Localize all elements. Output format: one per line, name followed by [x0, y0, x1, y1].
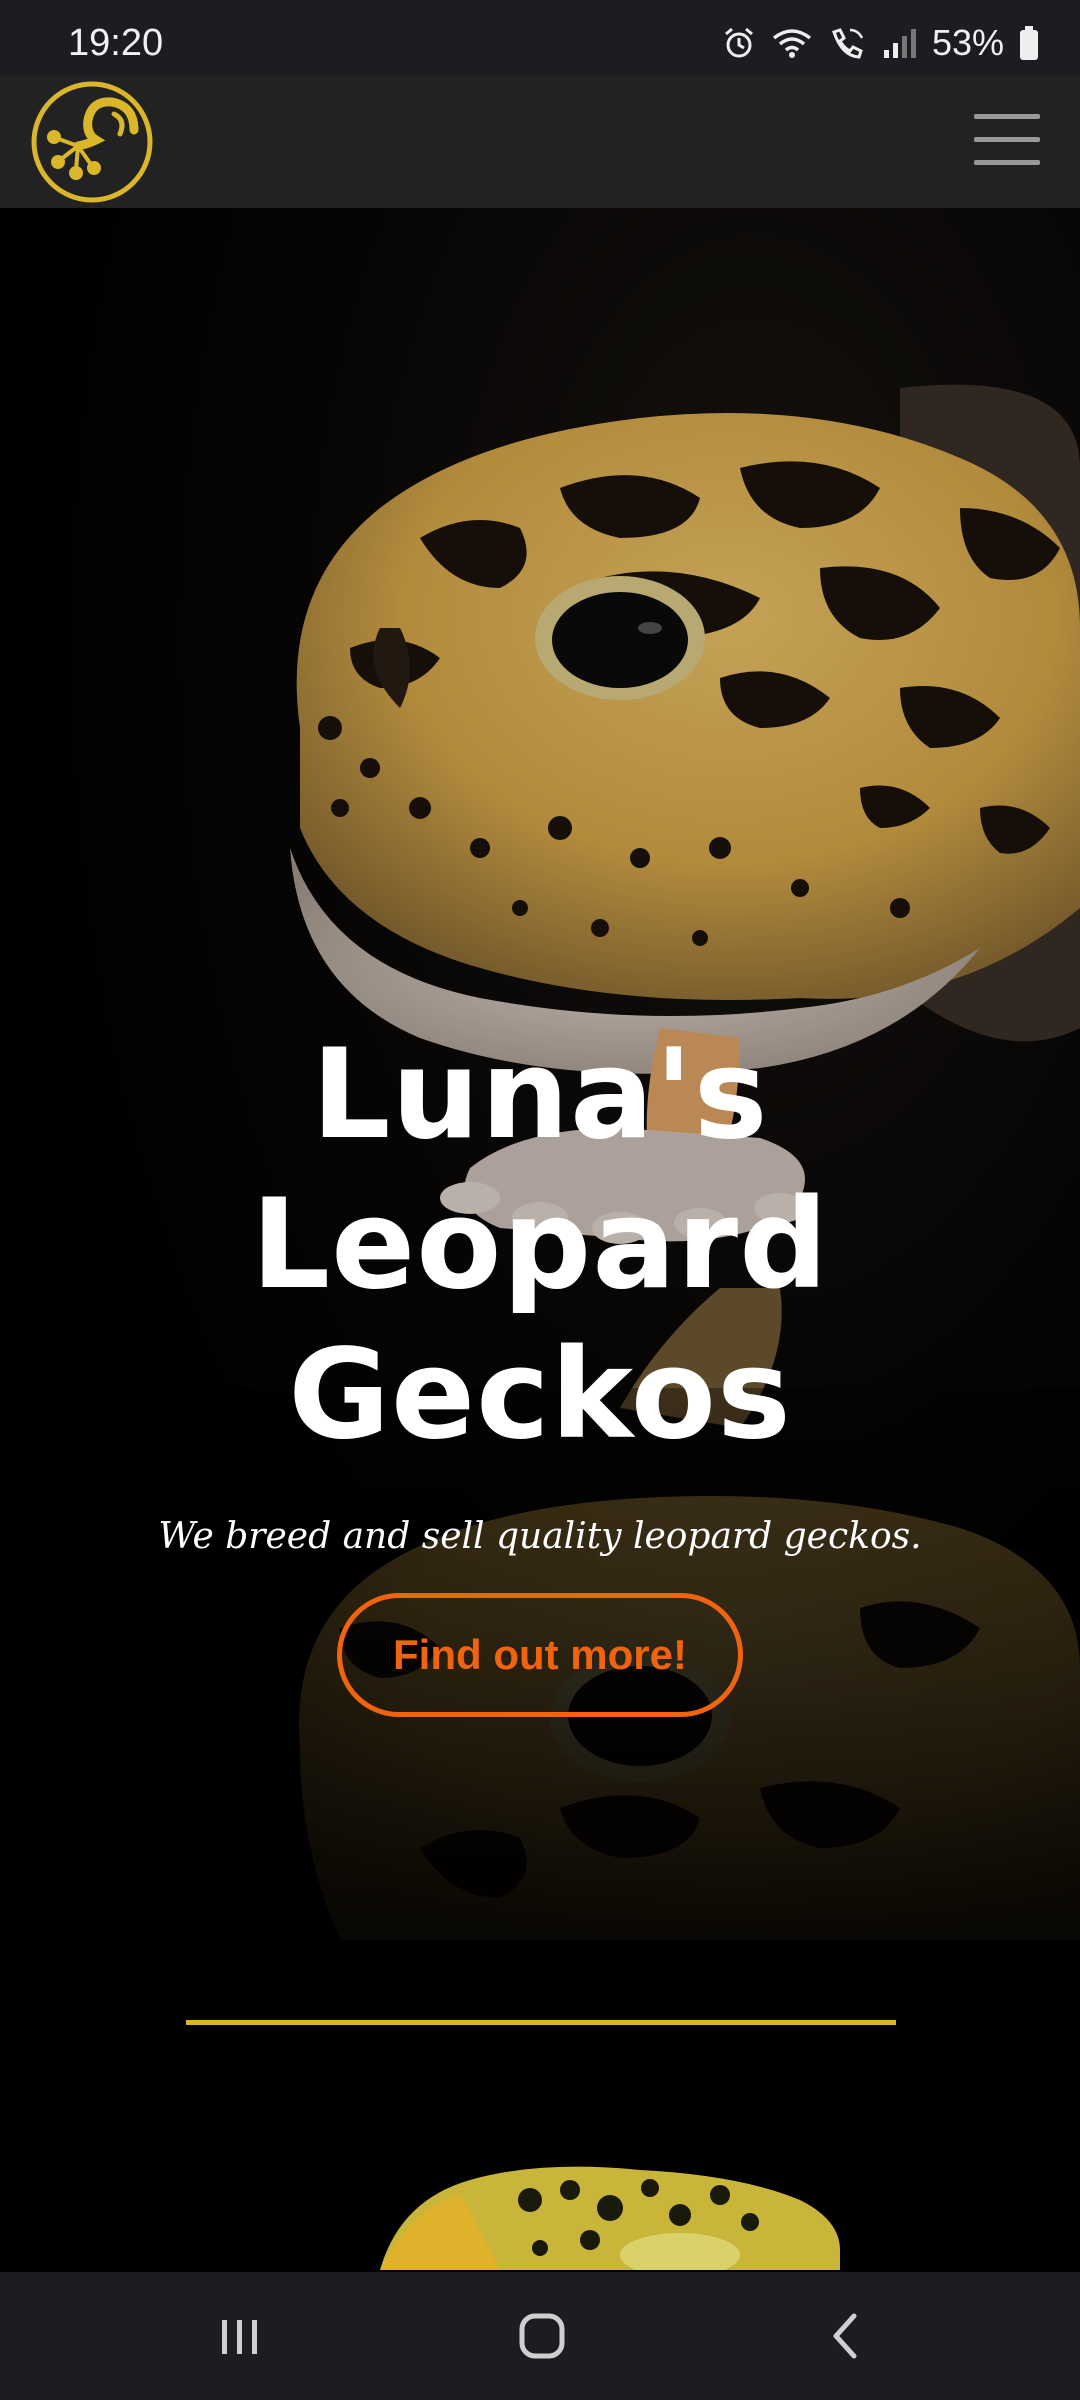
section-divider: [186, 2020, 896, 2025]
battery-percentage: 53%: [931, 22, 1004, 63]
hero-title-line: Geckos: [288, 1323, 792, 1467]
hamburger-menu-icon[interactable]: [974, 114, 1040, 166]
site-header: [0, 76, 1080, 208]
status-time: 19:20: [68, 22, 164, 64]
wifi-call-icon: [832, 28, 864, 59]
hero-title: Luna's Leopard Geckos: [0, 1020, 1080, 1470]
hero-content: Luna's Leopard Geckos We breed and sell …: [0, 1020, 1080, 1717]
gecko-section-image: [380, 2166, 840, 2270]
hero-section: Luna's Leopard Geckos We breed and sell …: [0, 208, 1080, 1940]
hero-subtitle: We breed and sell quality leopard geckos…: [158, 1516, 922, 1557]
wifi-icon: [772, 29, 812, 58]
hero-title-line: Luna's: [311, 1023, 769, 1167]
menu-line: [974, 114, 1040, 119]
recent-apps-icon[interactable]: [210, 2306, 270, 2366]
hero-title-line: Leopard: [251, 1173, 829, 1317]
battery-icon: [1020, 26, 1038, 60]
back-icon[interactable]: [816, 2306, 876, 2366]
home-icon[interactable]: [512, 2306, 572, 2366]
find-out-more-button[interactable]: Find out more!: [337, 1593, 743, 1717]
menu-line: [974, 137, 1040, 142]
system-nav-bar: [0, 2272, 1080, 2400]
alarm-icon: [724, 27, 753, 58]
menu-line: [974, 160, 1040, 165]
gecko-logo-icon[interactable]: [30, 80, 154, 204]
signal-icon: [883, 29, 916, 58]
status-icons: 53%: [722, 22, 1040, 64]
